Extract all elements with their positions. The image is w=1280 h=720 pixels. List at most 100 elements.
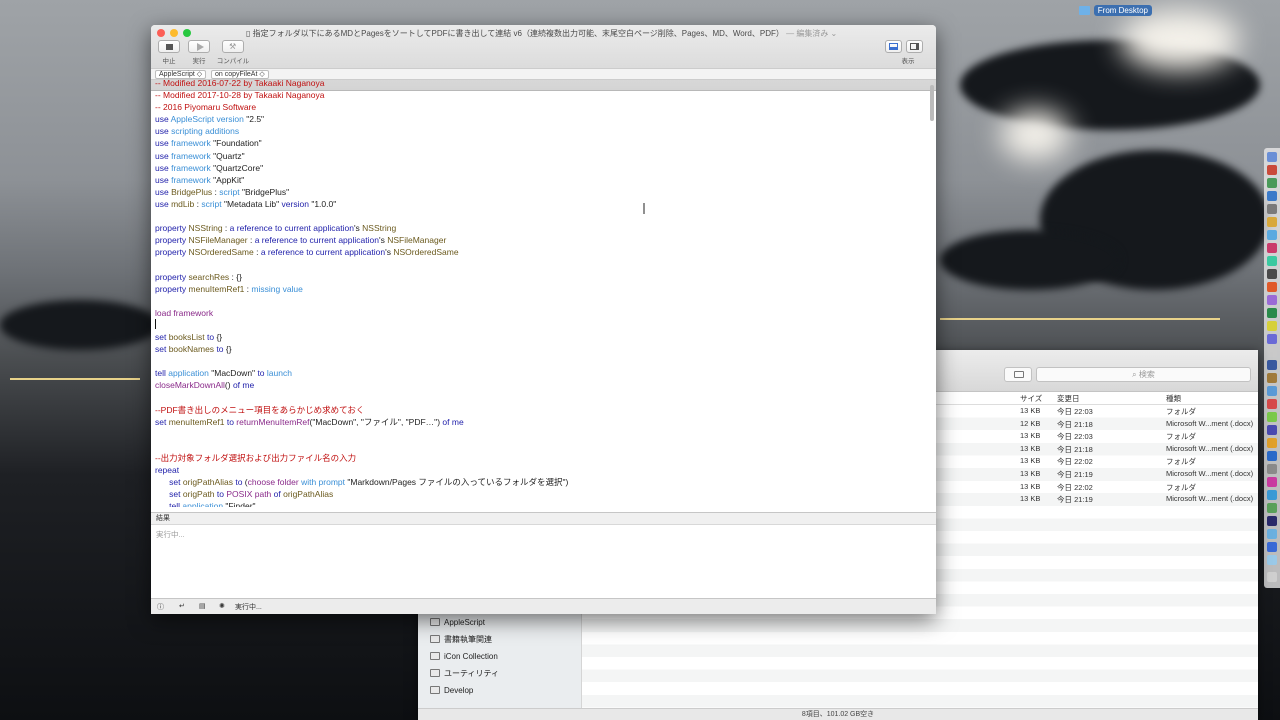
- code-line[interactable]: --PDF書き出しのメニュー項目をあらかじめ求めておく: [155, 404, 925, 416]
- table-row[interactable]: 13 KB 今日 22:02 フォルダ: [936, 481, 1258, 494]
- view-bottom-pane-button[interactable]: [885, 40, 902, 53]
- code-line[interactable]: [155, 295, 925, 307]
- table-row[interactable]: 13 KB 今日 22:03 フォルダ: [936, 430, 1258, 443]
- info-icon[interactable]: ⓘ: [157, 602, 164, 612]
- sidebar-item-icon-collection[interactable]: iCon Collection: [430, 648, 498, 664]
- table-row[interactable]: 13 KB 今日 21:19 Microsoft W...ment (.docx): [936, 493, 1258, 506]
- code-line[interactable]: property NSOrderedSame : a reference to …: [155, 246, 925, 258]
- app-icon[interactable]: [1267, 191, 1277, 201]
- code-line[interactable]: set menuItemRef1 to returnMenuItemRef("M…: [155, 416, 925, 428]
- code-line[interactable]: use BridgePlus : script "BridgePlus": [155, 186, 925, 198]
- code-line[interactable]: [155, 391, 925, 403]
- desktop-folder-item[interactable]: From Desktop: [1078, 5, 1152, 16]
- code-line[interactable]: property NSString : a reference to curre…: [155, 222, 925, 234]
- compile-button[interactable]: ⚒: [222, 40, 244, 53]
- app-icon[interactable]: [1267, 438, 1277, 448]
- code-line[interactable]: use AppleScript version "2.5": [155, 113, 925, 125]
- code-line[interactable]: -- Modified 2016-07-22 by Takaaki Nagano…: [155, 77, 925, 89]
- app-icon[interactable]: [1267, 555, 1277, 565]
- code-line[interactable]: use framework "AppKit": [155, 174, 925, 186]
- app-icon[interactable]: [1267, 152, 1277, 162]
- app-icon[interactable]: [1267, 360, 1277, 370]
- app-icon[interactable]: [1267, 217, 1277, 227]
- app-icon[interactable]: [1267, 256, 1277, 266]
- code-line[interactable]: property menuItemRef1 : missing value: [155, 283, 925, 295]
- app-icon[interactable]: [1267, 295, 1277, 305]
- app-icon[interactable]: [1267, 282, 1277, 292]
- app-icon[interactable]: [1267, 334, 1277, 344]
- sidebar-item-writing[interactable]: 書籍執筆関連: [430, 631, 492, 647]
- app-icon[interactable]: [1267, 347, 1277, 357]
- code-line[interactable]: use framework "Quartz": [155, 150, 925, 162]
- app-icon[interactable]: [1267, 308, 1277, 318]
- return-icon[interactable]: ↵: [179, 602, 185, 610]
- app-icon[interactable]: [1267, 529, 1277, 539]
- table-row[interactable]: 13 KB 今日 22:02 フォルダ: [936, 455, 1258, 468]
- app-icon[interactable]: [1267, 230, 1277, 240]
- app-icon[interactable]: [1267, 542, 1277, 552]
- app-icon[interactable]: [1267, 425, 1277, 435]
- app-icon[interactable]: [1267, 490, 1277, 500]
- app-icon[interactable]: [1267, 412, 1277, 422]
- trash-icon[interactable]: [1267, 572, 1277, 582]
- code-line[interactable]: [155, 355, 925, 367]
- app-icon[interactable]: [1267, 204, 1277, 214]
- app-icon[interactable]: [1267, 386, 1277, 396]
- sidebar-item-applescript[interactable]: AppleScript: [430, 614, 485, 630]
- code-line[interactable]: set origPath to POSIX path of origPathAl…: [155, 488, 925, 500]
- close-window-button[interactable]: [157, 29, 165, 37]
- app-icon[interactable]: [1267, 373, 1277, 383]
- app-icon[interactable]: [1267, 165, 1277, 175]
- column-header-kind[interactable]: 種類: [1166, 393, 1181, 404]
- code-line[interactable]: closeMarkDownAll() of me: [155, 379, 925, 391]
- sidebar-item-develop[interactable]: Develop: [430, 682, 473, 698]
- table-row[interactable]: 12 KB 今日 21:18 Microsoft W...ment (.docx): [936, 417, 1258, 431]
- code-line[interactable]: property NSFileManager : a reference to …: [155, 234, 925, 246]
- edited-indicator[interactable]: — 編集済み ⌄: [786, 29, 837, 38]
- code-line[interactable]: set bookNames to {}: [155, 343, 925, 355]
- app-icon[interactable]: [1267, 399, 1277, 409]
- new-folder-button[interactable]: [1004, 367, 1032, 382]
- app-icon[interactable]: [1267, 321, 1277, 331]
- code-line[interactable]: load framework: [155, 307, 925, 319]
- app-icon[interactable]: [1267, 178, 1277, 188]
- minimize-window-button[interactable]: [170, 29, 178, 37]
- code-line[interactable]: use framework "QuartzCore": [155, 162, 925, 174]
- table-row[interactable]: 13 KB 今日 21:19 Microsoft W...ment (.docx): [936, 468, 1258, 481]
- code-line[interactable]: property searchRes : {}: [155, 271, 925, 283]
- code-editor[interactable]: -- Modified 2016-07-22 by Takaaki Nagano…: [155, 77, 925, 507]
- app-icon[interactable]: [1267, 503, 1277, 513]
- app-icon[interactable]: [1267, 243, 1277, 253]
- sidebar-item-utilities[interactable]: ユーティリティ: [430, 665, 499, 681]
- editor-scrollbar[interactable]: [930, 85, 934, 121]
- code-line[interactable]: use scripting additions: [155, 125, 925, 137]
- code-line[interactable]: -- 2016 Piyomaru Software: [155, 101, 925, 113]
- column-header-modified[interactable]: 変更日: [1057, 393, 1080, 404]
- code-line[interactable]: use framework "Foundation": [155, 137, 925, 149]
- search-field[interactable]: ⌕ 検索: [1036, 367, 1251, 382]
- app-icon[interactable]: [1267, 477, 1277, 487]
- code-line[interactable]: [155, 440, 925, 452]
- code-line[interactable]: set origPathAlias to (choose folder with…: [155, 476, 925, 488]
- code-line[interactable]: -- Modified 2017-10-28 by Takaaki Nagano…: [155, 89, 925, 101]
- table-row[interactable]: 13 KB 今日 21:18 Microsoft W...ment (.docx): [936, 442, 1258, 456]
- app-icon[interactable]: [1267, 451, 1277, 461]
- stop-button[interactable]: [158, 40, 180, 53]
- view-side-pane-button[interactable]: [906, 40, 923, 53]
- app-icon[interactable]: [1267, 269, 1277, 279]
- code-line[interactable]: tell application "Finder": [155, 500, 925, 507]
- zoom-window-button[interactable]: [183, 29, 191, 37]
- code-line[interactable]: repeat: [155, 464, 925, 476]
- code-line[interactable]: set booksList to {}: [155, 331, 925, 343]
- code-line[interactable]: [155, 210, 925, 222]
- column-header-size[interactable]: サイズ: [1020, 393, 1042, 404]
- code-line[interactable]: [155, 258, 925, 270]
- code-line[interactable]: [155, 319, 925, 331]
- run-button[interactable]: [188, 40, 210, 53]
- app-icon[interactable]: [1267, 464, 1277, 474]
- table-row[interactable]: 13 KB 今日 22:03 フォルダ: [936, 405, 1258, 418]
- code-line[interactable]: --出力対象フォルダ選択および出力ファイル名の入力: [155, 452, 925, 464]
- app-icon[interactable]: [1267, 516, 1277, 526]
- code-line[interactable]: use mdLib : script "Metadata Lib" versio…: [155, 198, 925, 210]
- code-line[interactable]: tell application "MacDown" to launch: [155, 367, 925, 379]
